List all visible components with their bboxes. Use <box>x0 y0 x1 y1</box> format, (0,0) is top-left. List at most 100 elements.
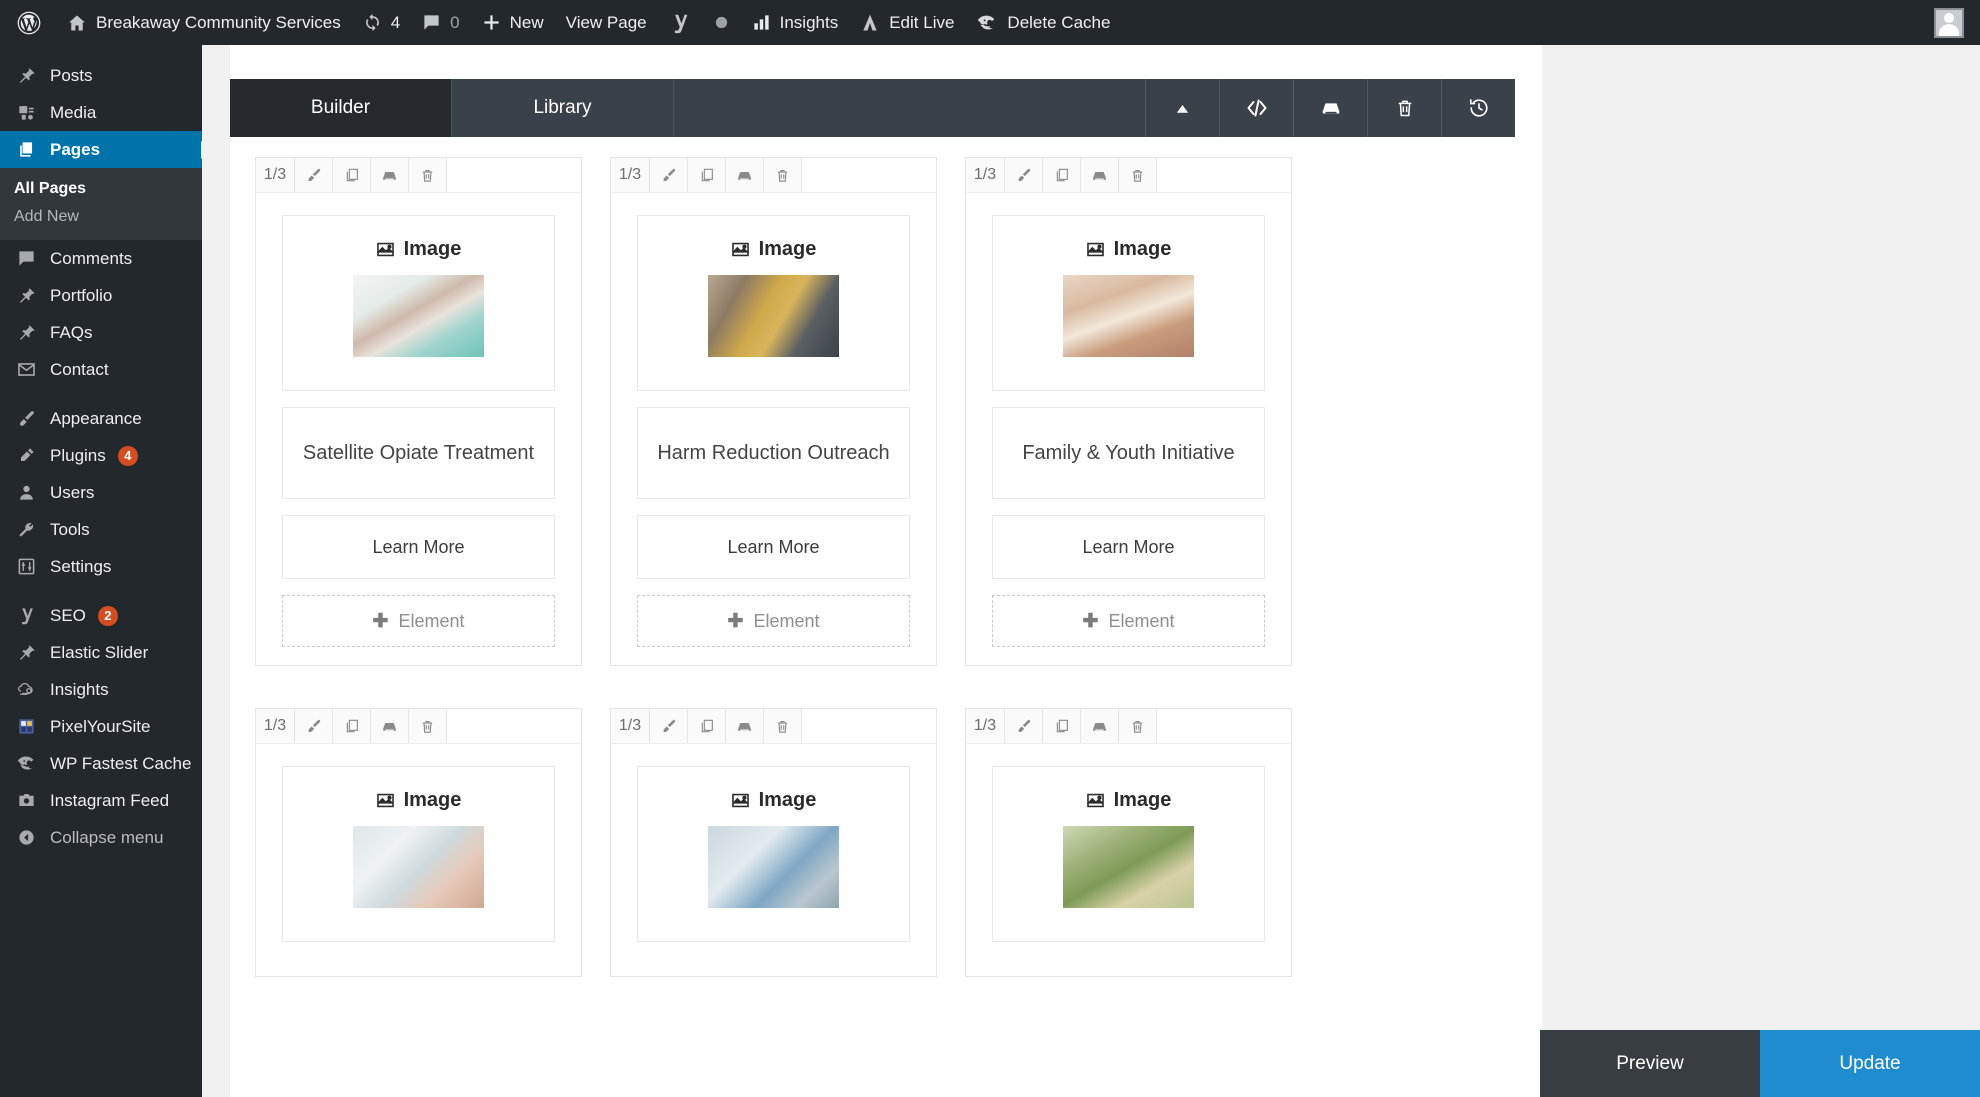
sidebar-item-users[interactable]: Users <box>0 474 202 511</box>
submenu-item-all-pages[interactable]: All Pages <box>0 175 202 203</box>
delete-column-button[interactable] <box>1119 709 1157 743</box>
sidebar-item-seo[interactable]: SEO 2 <box>0 597 202 634</box>
add-element-button[interactable]: ✚ Element <box>282 595 555 647</box>
save-column-button[interactable] <box>726 158 764 192</box>
collapse-menu-button[interactable]: Collapse menu <box>0 819 202 856</box>
edit-column-button[interactable] <box>650 158 688 192</box>
builder-column[interactable]: 1/3 Image <box>965 708 1292 977</box>
builder-column[interactable]: 1/3 Image <box>610 708 937 977</box>
tab-builder[interactable]: Builder <box>230 79 452 137</box>
sidebar-item-media[interactable]: Media <box>0 94 202 131</box>
sidebar-item-tools[interactable]: Tools <box>0 511 202 548</box>
image-module[interactable]: Image <box>637 766 910 942</box>
save-template-button[interactable] <box>1293 79 1367 137</box>
view-page-link[interactable]: View Page <box>555 0 658 45</box>
insights-menu[interactable]: Insights <box>741 0 850 45</box>
edit-column-button[interactable] <box>650 709 688 743</box>
update-button[interactable]: Update <box>1760 1030 1980 1097</box>
delete-column-button[interactable] <box>409 709 447 743</box>
save-column-button[interactable] <box>1081 709 1119 743</box>
image-placeholder-icon <box>731 791 750 810</box>
save-column-button[interactable] <box>371 158 409 192</box>
submenu-item-add-new[interactable]: Add New <box>0 203 202 231</box>
delete-column-button[interactable] <box>764 158 802 192</box>
heading-module[interactable]: Family & Youth Initiative <box>992 407 1265 499</box>
pages-icon <box>14 140 38 159</box>
builder-column[interactable]: 1/3 Image <box>255 157 582 666</box>
sidebar-item-posts[interactable]: Posts <box>0 57 202 94</box>
edit-live-menu[interactable]: Edit Live <box>849 0 965 45</box>
code-view-button[interactable] <box>1219 79 1293 137</box>
sidebar-item-portfolio[interactable]: Portfolio <box>0 277 202 314</box>
builder-column[interactable]: 1/3 Image <box>255 708 582 977</box>
duplicate-column-button[interactable] <box>1043 709 1081 743</box>
user-avatar-icon[interactable] <box>1934 7 1964 38</box>
history-button[interactable] <box>1441 79 1515 137</box>
add-element-button[interactable]: ✚ Element <box>637 595 910 647</box>
builder-column[interactable]: 1/3 Image <box>610 157 937 666</box>
sidebar-item-instagram-feed[interactable]: Instagram Feed <box>0 782 202 819</box>
duplicate-column-button[interactable] <box>333 158 371 192</box>
image-thumbnail <box>353 826 484 908</box>
sidebar-item-settings[interactable]: Settings <box>0 548 202 585</box>
image-module[interactable]: Image <box>282 215 555 391</box>
duplicate-column-button[interactable] <box>688 709 726 743</box>
heading-module[interactable]: Harm Reduction Outreach <box>637 407 910 499</box>
duplicate-column-button[interactable] <box>688 158 726 192</box>
duplicate-column-button[interactable] <box>1043 158 1081 192</box>
image-module[interactable]: Image <box>992 215 1265 391</box>
editor-canvas: Builder Library 1/3 Image Satellite Opia… <box>202 45 1980 1097</box>
button-module[interactable]: Learn More <box>992 515 1265 579</box>
delete-cache-menu[interactable]: Delete Cache <box>965 0 1121 45</box>
new-content-menu[interactable]: New <box>471 0 555 45</box>
collapse-toggle-button[interactable] <box>1145 79 1219 137</box>
bar-chart-icon <box>752 13 771 32</box>
delete-layout-button[interactable] <box>1367 79 1441 137</box>
sidebar-item-wp-fastest-cache[interactable]: WP Fastest Cache <box>0 745 202 782</box>
updates-menu[interactable]: 4 <box>352 0 411 45</box>
site-name-menu[interactable]: Breakaway Community Services <box>56 0 352 45</box>
sidebar-item-contact[interactable]: Contact <box>0 351 202 388</box>
sidebar-item-plugins[interactable]: Plugins 4 <box>0 437 202 474</box>
delete-column-button[interactable] <box>1119 158 1157 192</box>
delete-column-button[interactable] <box>409 158 447 192</box>
sidebar-item-faqs[interactable]: FAQs <box>0 314 202 351</box>
column-toolbar: 1/3 <box>611 709 936 744</box>
wp-logo-button[interactable] <box>0 0 56 45</box>
sidebar-item-pixelyoursite[interactable]: PixelYourSite <box>0 708 202 745</box>
menu-divider-2 <box>0 585 202 597</box>
sidebar-item-insights[interactable]: Insights <box>0 671 202 708</box>
edit-column-button[interactable] <box>1005 158 1043 192</box>
save-column-button[interactable] <box>726 709 764 743</box>
sidebar-item-pages[interactable]: Pages <box>0 131 202 168</box>
edit-column-button[interactable] <box>295 709 333 743</box>
sidebar-item-label: Pages <box>50 139 101 159</box>
button-module[interactable]: Learn More <box>282 515 555 579</box>
edit-column-button[interactable] <box>1005 709 1043 743</box>
column-toolbar: 1/3 <box>256 709 581 744</box>
status-dot-menu[interactable] <box>702 0 741 45</box>
builder-column[interactable]: 1/3 Image <box>965 157 1292 666</box>
add-element-button[interactable]: ✚ Element <box>992 595 1265 647</box>
site-title: Breakaway Community Services <box>96 12 341 32</box>
comments-menu[interactable]: 0 <box>411 0 470 45</box>
preview-button[interactable]: Preview <box>1540 1030 1760 1097</box>
save-column-button[interactable] <box>1081 158 1119 192</box>
heading-module[interactable]: Satellite Opiate Treatment <box>282 407 555 499</box>
save-column-button[interactable] <box>371 709 409 743</box>
sidebar-item-appearance[interactable]: Appearance <box>0 400 202 437</box>
yoast-seo-menu[interactable] <box>658 0 702 45</box>
column-modules: Image <box>611 744 936 942</box>
button-module[interactable]: Learn More <box>637 515 910 579</box>
sidebar-item-elastic-slider[interactable]: Elastic Slider <box>0 634 202 671</box>
image-module[interactable]: Image <box>637 215 910 391</box>
sidebar-item-comments[interactable]: Comments <box>0 240 202 277</box>
image-module-label: Image <box>758 238 817 260</box>
image-module[interactable]: Image <box>992 766 1265 942</box>
edit-column-button[interactable] <box>295 158 333 192</box>
sidebar-item-label: Appearance <box>50 408 142 428</box>
image-module[interactable]: Image <box>282 766 555 942</box>
tab-library[interactable]: Library <box>452 79 674 137</box>
delete-column-button[interactable] <box>764 709 802 743</box>
duplicate-column-button[interactable] <box>333 709 371 743</box>
